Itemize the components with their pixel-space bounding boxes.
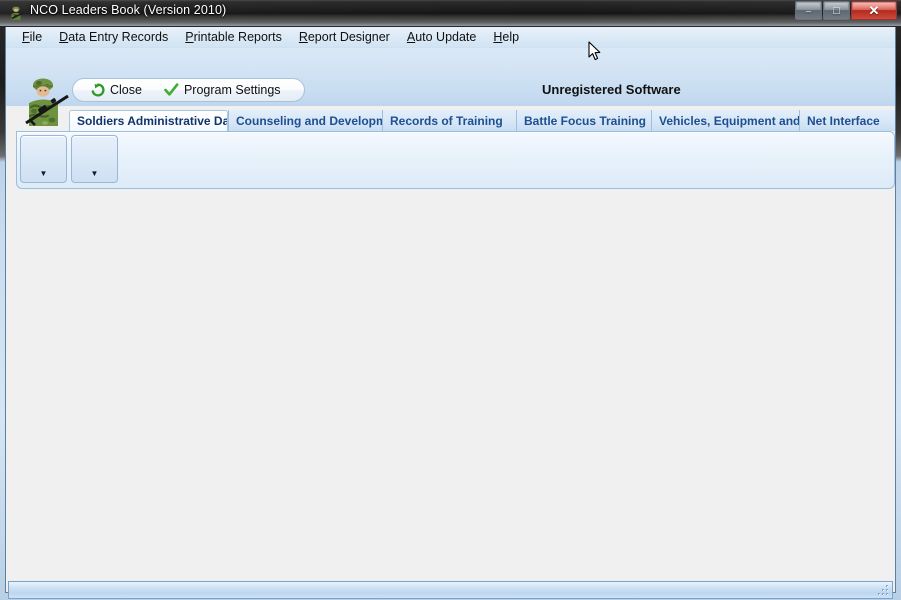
- tab-label: Soldiers Administrative Data: [77, 114, 228, 128]
- header-band: Close Program Settings Unregistered Soft…: [6, 48, 895, 126]
- menu-bar: File Data Entry Records Printable Report…: [6, 27, 895, 48]
- close-icon: ✕: [868, 2, 880, 18]
- soldier-logo: [25, 78, 69, 126]
- menu-item-printable-reports[interactable]: Printable Reports: [177, 28, 291, 46]
- close-window-button[interactable]: ✕: [851, 1, 897, 20]
- registration-status: Unregistered Software: [542, 82, 681, 97]
- window-controls: – □ ✕: [795, 1, 897, 21]
- program-settings-button[interactable]: Program Settings: [160, 82, 285, 98]
- close-button[interactable]: Close: [87, 82, 146, 98]
- window-title: NCO Leaders Book (Version 2010): [30, 3, 227, 17]
- tab-vehicles-equipment-accountability[interactable]: Vehicles, Equipment and Accountability: [651, 110, 799, 131]
- toolbar: Close Program Settings: [72, 78, 305, 102]
- tab-label: Battle Focus Training: [524, 113, 647, 128]
- tab-panel-content: ▼ ▼: [20, 135, 891, 185]
- menu-item-data-entry-records[interactable]: Data Entry Records: [51, 28, 177, 46]
- tab-label: Net Interface: [807, 113, 880, 128]
- minimize-icon: –: [805, 6, 811, 16]
- combo-box-one[interactable]: ▼: [20, 135, 67, 183]
- menu-item-auto-update[interactable]: Auto Update: [399, 28, 486, 46]
- tab-net-interface[interactable]: Net Interface: [799, 110, 895, 131]
- maximize-icon: □: [833, 4, 840, 17]
- soldier-icon: [11, 6, 25, 20]
- tab-battle-focus-training[interactable]: Battle Focus Training: [516, 110, 651, 131]
- chevron-down-icon: ▼: [90, 169, 99, 178]
- status-bar: [8, 581, 893, 599]
- application-window: NCO Leaders Book (Version 2010) – □ ✕ Fi…: [0, 0, 901, 600]
- tab-panel: ▼ ▼: [16, 131, 895, 189]
- close-button-label: Close: [110, 83, 142, 97]
- green-refresh-icon: [91, 83, 105, 97]
- tab-label: Vehicles, Equipment and Accountability: [659, 113, 799, 128]
- tab-soldiers-administrative-data[interactable]: Soldiers Administrative Data: [69, 110, 228, 131]
- menu-item-report-designer[interactable]: Report Designer: [291, 28, 399, 46]
- title-bar[interactable]: NCO Leaders Book (Version 2010) – □ ✕: [0, 0, 901, 26]
- client-area: File Data Entry Records Printable Report…: [5, 27, 896, 599]
- program-settings-label: Program Settings: [183, 83, 281, 97]
- menu-item-help[interactable]: Help: [485, 28, 528, 46]
- tab-records-of-training[interactable]: Records of Training: [382, 110, 516, 131]
- chevron-down-icon: ▼: [39, 169, 48, 178]
- green-check-icon: [164, 83, 179, 96]
- tab-counseling-and-development[interactable]: Counseling and Development: [228, 110, 382, 131]
- tab-label: Records of Training: [390, 113, 503, 128]
- main-work-area: [6, 190, 895, 580]
- combo-box-two[interactable]: ▼: [71, 135, 118, 183]
- menu-item-file[interactable]: File: [14, 28, 51, 46]
- tab-label: Counseling and Development: [236, 113, 382, 128]
- minimize-button[interactable]: –: [795, 1, 822, 20]
- resize-grip-icon[interactable]: [877, 584, 890, 597]
- maximize-button[interactable]: □: [823, 1, 850, 20]
- tab-strip: Soldiers Administrative Data Counseling …: [69, 110, 895, 131]
